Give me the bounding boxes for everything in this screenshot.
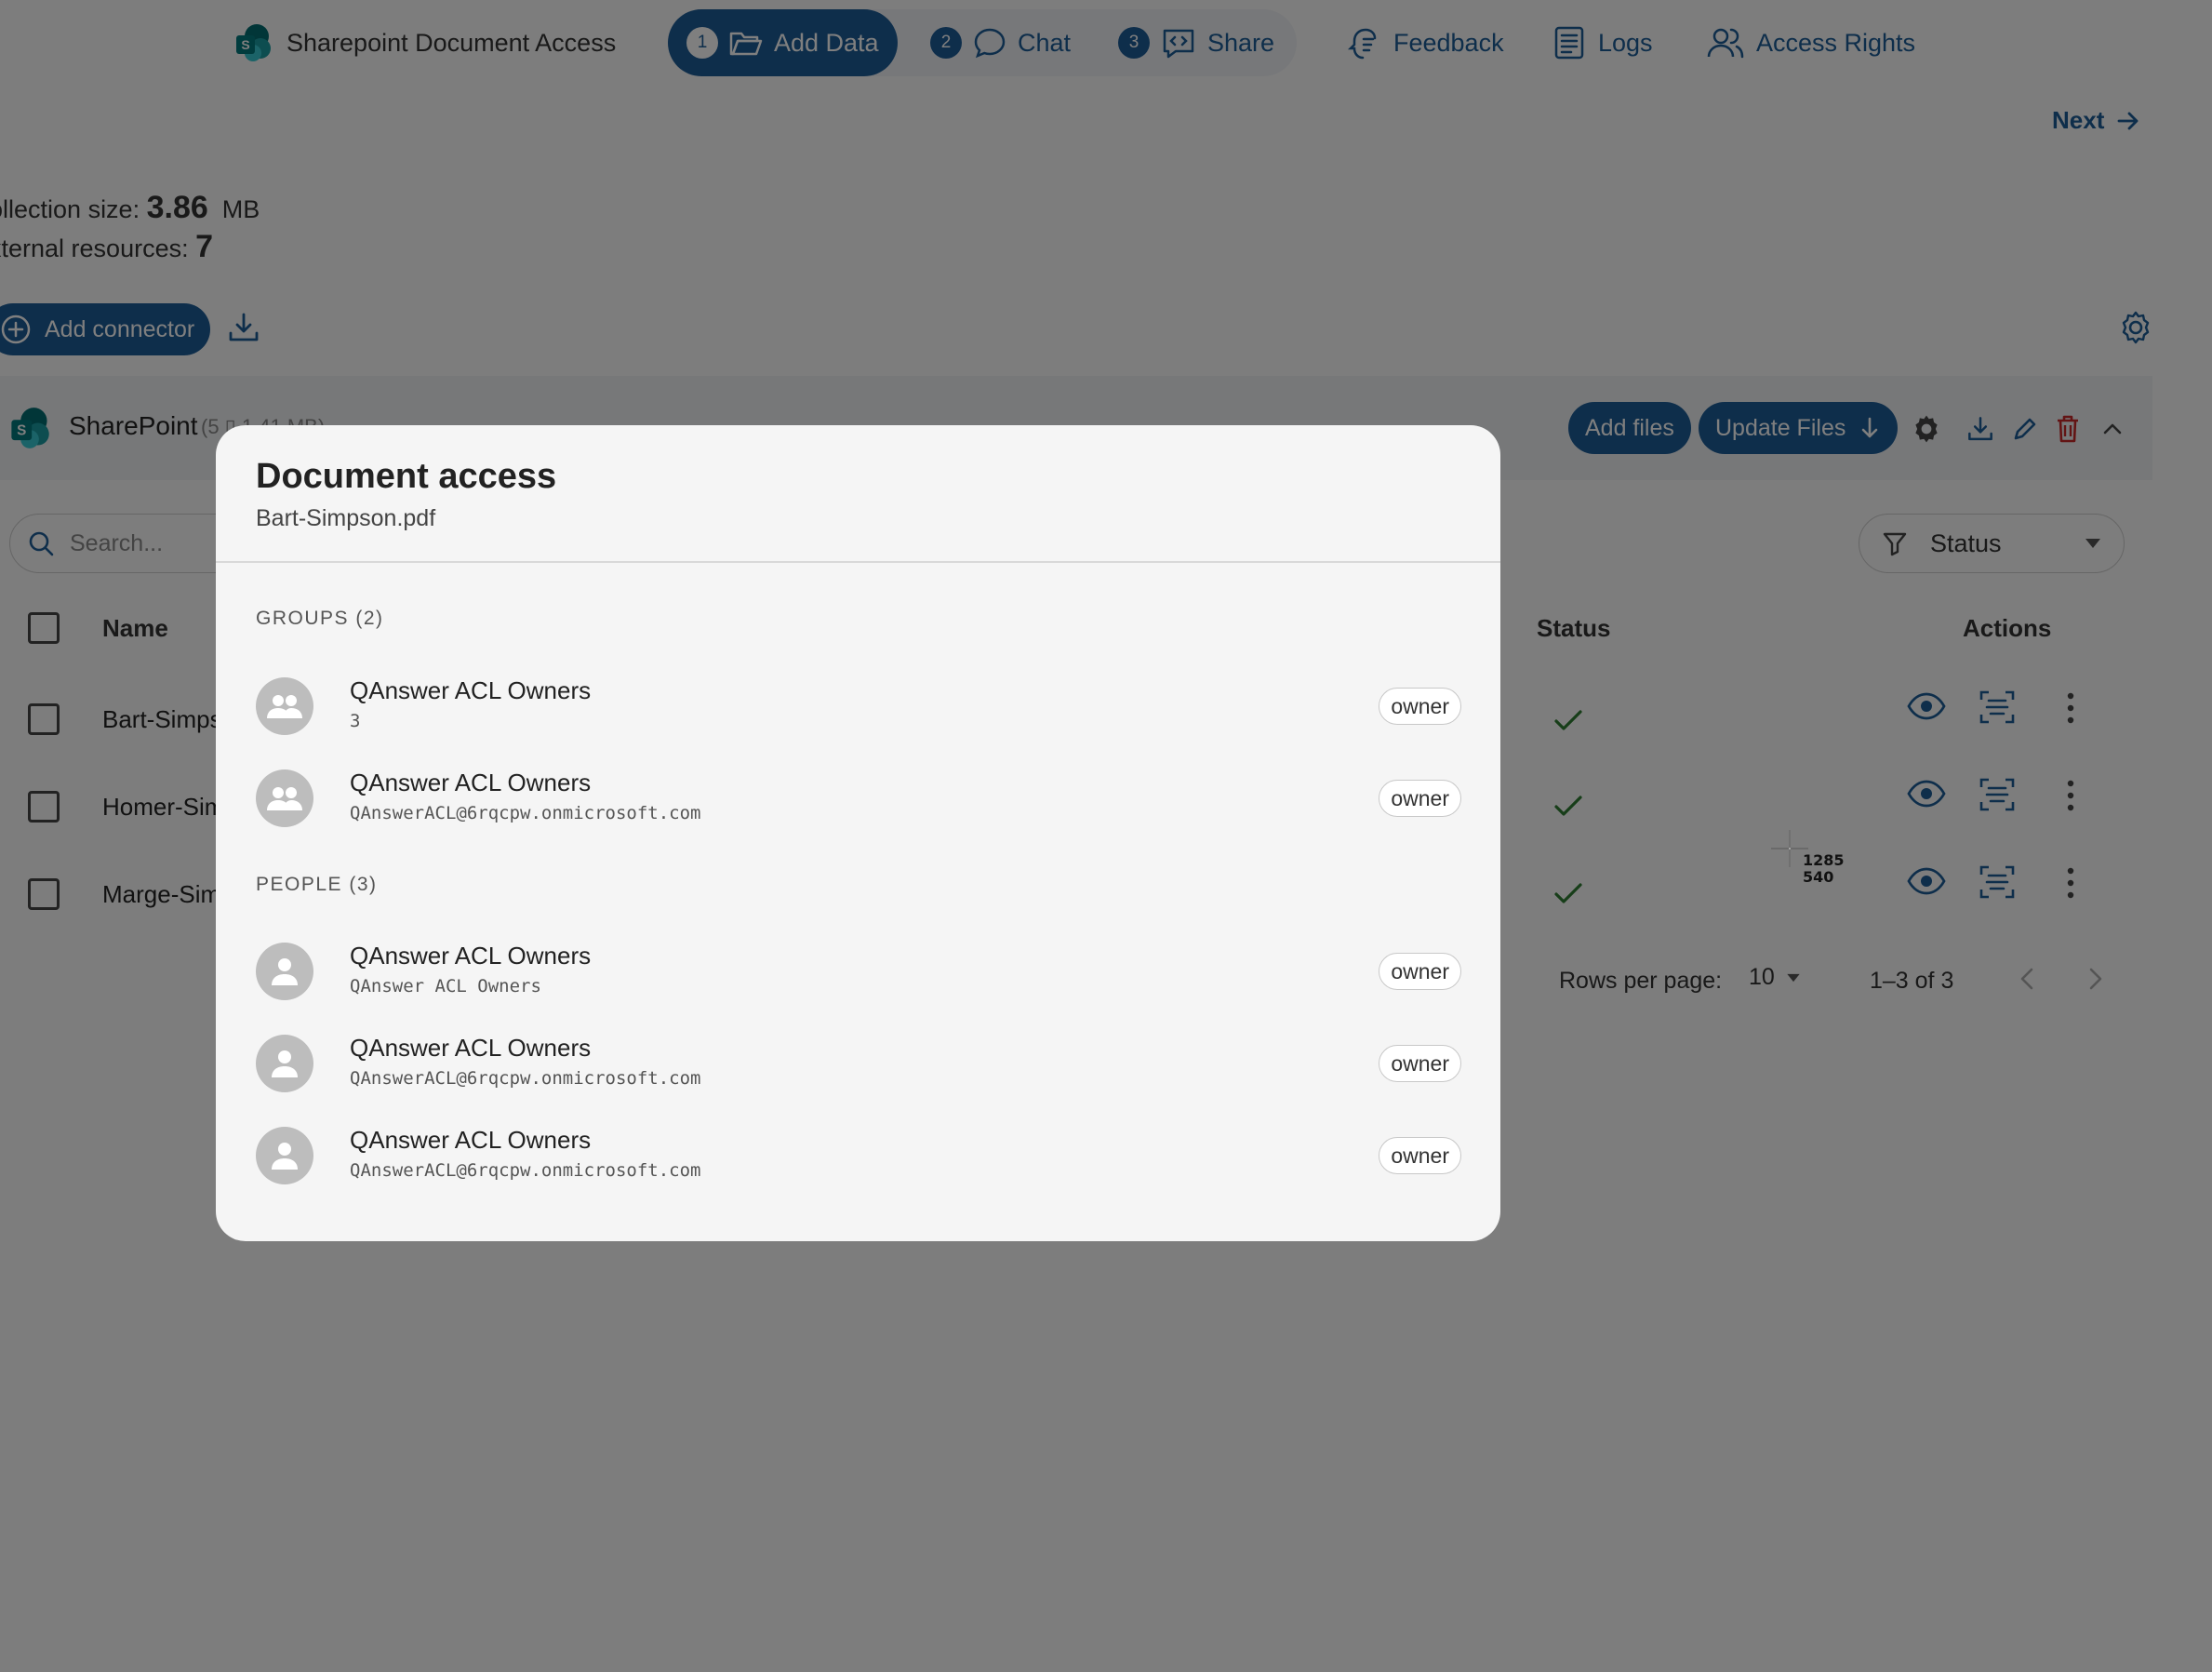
groups-heading: GROUPS (2) xyxy=(256,608,384,629)
group-icon xyxy=(266,784,303,812)
entry-name: QAnswer ACL Owners xyxy=(350,769,592,796)
group-avatar xyxy=(256,677,313,735)
group-entry: QAnswer ACL Owners QAnswerACL@6rqcpw.onm… xyxy=(256,769,1461,828)
person-avatar xyxy=(256,1035,313,1092)
entry-detail: QAnswerACL@6rqcpw.onmicrosoft.com xyxy=(350,803,701,823)
person-entry: QAnswer ACL Owners QAnswerACL@6rqcpw.onm… xyxy=(256,1126,1461,1185)
role-badge: owner xyxy=(1379,780,1461,817)
cursor-y: 540 xyxy=(1803,868,1834,886)
cursor: 1285 540 xyxy=(1769,828,1845,886)
person-avatar xyxy=(256,943,313,1000)
group-entry: QAnswer ACL Owners 3 owner xyxy=(256,676,1461,736)
person-entry: QAnswer ACL Owners QAnswerACL@6rqcpw.onm… xyxy=(256,1034,1461,1093)
role-badge: owner xyxy=(1379,1045,1461,1082)
person-icon xyxy=(271,1141,299,1170)
document-access-dialog: Document access Bart-Simpson.pdf GROUPS … xyxy=(216,425,1500,1241)
person-entry: QAnswer ACL Owners QAnswer ACL Owners ow… xyxy=(256,942,1461,1001)
cursor-coordinates: 1285 540 xyxy=(1803,852,1845,886)
person-avatar xyxy=(256,1127,313,1184)
entry-detail: QAnswer ACL Owners xyxy=(350,976,541,997)
role-badge: owner xyxy=(1379,1137,1461,1174)
entry-name: QAnswer ACL Owners xyxy=(350,942,592,970)
people-heading: PEOPLE (3) xyxy=(256,874,378,895)
group-avatar xyxy=(256,769,313,827)
entry-name: QAnswer ACL Owners xyxy=(350,1034,592,1062)
person-icon xyxy=(271,956,299,986)
dialog-title: Document access xyxy=(256,457,557,496)
entry-detail: QAnswerACL@6rqcpw.onmicrosoft.com xyxy=(350,1160,701,1181)
role-badge: owner xyxy=(1379,953,1461,990)
dialog-subtitle: Bart-Simpson.pdf xyxy=(256,505,436,531)
entry-detail: QAnswerACL@6rqcpw.onmicrosoft.com xyxy=(350,1068,701,1089)
entry-name: QAnswer ACL Owners xyxy=(350,676,592,704)
dialog-header: Document access Bart-Simpson.pdf xyxy=(216,425,1500,563)
cursor-x: 1285 xyxy=(1803,851,1845,869)
entry-name: QAnswer ACL Owners xyxy=(350,1126,592,1154)
entry-detail: 3 xyxy=(350,711,361,731)
group-icon xyxy=(266,692,303,720)
person-icon xyxy=(271,1049,299,1078)
role-badge: owner xyxy=(1379,688,1461,725)
